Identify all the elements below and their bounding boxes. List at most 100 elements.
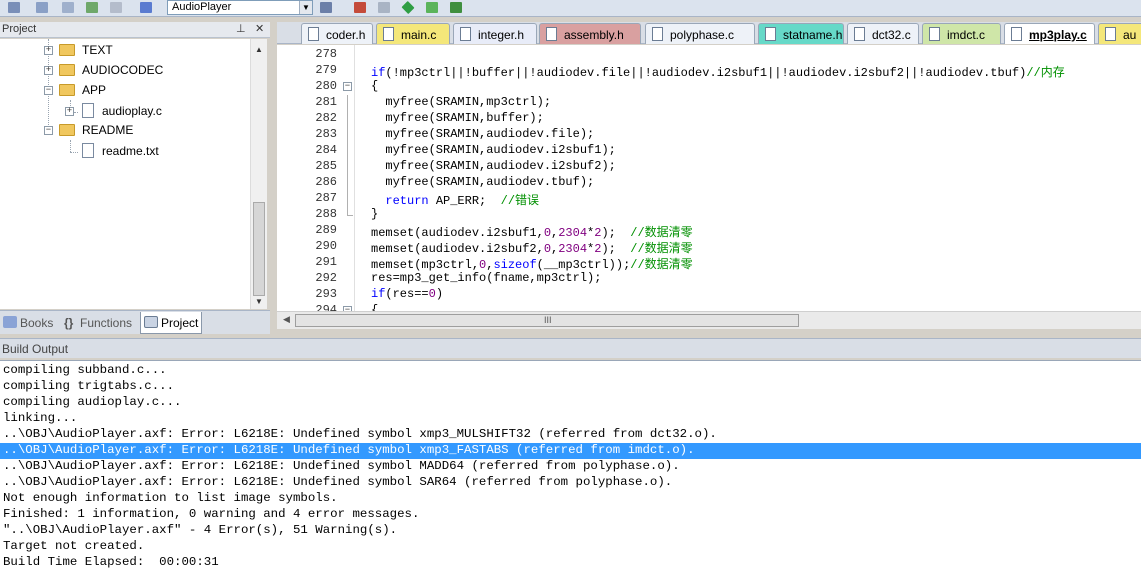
build-output-panel[interactable]: compiling subband.c... compiling trigtabs…	[0, 360, 1141, 581]
save-icon[interactable]	[34, 0, 50, 15]
editor-tab[interactable]: polyphase.c	[645, 23, 755, 44]
build-output-line[interactable]: ..\OBJ\AudioPlayer.axf: Error: L6218E: U…	[0, 459, 1141, 475]
line-number: 281	[315, 95, 337, 109]
build-output-line[interactable]: compiling audioplay.c...	[0, 395, 1141, 411]
build-output-text: Not enough information to list image sym…	[3, 491, 338, 505]
tree-item-readme-txt[interactable]: readme.txt	[0, 143, 250, 161]
chevron-down-icon[interactable]: ▼	[299, 1, 312, 14]
collapse-icon[interactable]: −	[44, 86, 53, 95]
tree-item-label: TEXT	[82, 43, 113, 57]
braces-icon: {}	[64, 316, 74, 330]
editor-tab-bar: coder.h main.c integer.h assembly.h polyphas…	[277, 22, 1141, 44]
editor-tab-label: polyphase.c	[670, 28, 735, 42]
tree-item-readme[interactable]: − README	[0, 122, 250, 140]
layers-icon[interactable]	[60, 0, 76, 15]
editor-tab[interactable]: assembly.h	[539, 23, 641, 44]
code-text: if(!mp3ctrl||!buffer||!audiodev.file||!a…	[371, 66, 1065, 80]
editor-tab[interactable]: coder.h	[301, 23, 373, 44]
load-icon[interactable]	[6, 0, 22, 15]
code-editor[interactable]: 278 279 if(!mp3ctrl||!buffer||!audiodev.fi…	[277, 45, 1141, 311]
code-line: 287 return AP_ERR; //错误	[277, 191, 1141, 208]
pin-icon[interactable]: ⊥	[236, 22, 246, 35]
expand-icon[interactable]: +	[44, 66, 53, 75]
text-file-icon	[82, 143, 94, 158]
scroll-down-icon[interactable]: ▼	[253, 296, 265, 308]
code-text: {	[371, 303, 379, 311]
fold-line	[347, 95, 348, 215]
code-text: memset(mp3ctrl,0,sizeof(__mp3ctrl));//数据…	[371, 258, 693, 272]
packs-icon[interactable]	[352, 0, 368, 15]
build-output-text: Build Time Elapsed: 00:00:31	[3, 555, 219, 569]
window-icon[interactable]	[108, 0, 124, 15]
build-output-line[interactable]: ..\OBJ\AudioPlayer.axf: Error: L6218E: U…	[0, 475, 1141, 491]
build-output-line[interactable]: compiling trigtabs.c...	[0, 379, 1141, 395]
line-number: 282	[315, 111, 337, 125]
line-number: 285	[315, 159, 337, 173]
editor-tab[interactable]: main.c	[376, 23, 450, 44]
build-output-line[interactable]: compiling subband.c...	[0, 363, 1141, 379]
components-icon[interactable]	[376, 0, 392, 15]
build-output-line[interactable]: Finished: 1 information, 0 warning and 4…	[0, 507, 1141, 523]
folder-open-icon	[59, 84, 75, 96]
tree-item-label: readme.txt	[102, 144, 159, 158]
diamond-icon[interactable]	[400, 0, 416, 15]
folder-open-icon	[59, 124, 75, 136]
expand-icon[interactable]: +	[65, 107, 74, 116]
tab-label: Project	[161, 316, 199, 330]
tab-books[interactable]: Books	[0, 312, 58, 334]
build-target-icon[interactable]	[138, 0, 154, 15]
scroll-left-icon[interactable]: ◀	[283, 314, 290, 325]
editor-tab[interactable]: statname.h	[758, 23, 844, 44]
editor-tab[interactable]: dct32.c	[847, 23, 919, 44]
tree-item-app[interactable]: − APP	[0, 82, 250, 100]
code-text: return AP_ERR; //错误	[385, 194, 540, 208]
build-output-line[interactable]: ..\OBJ\AudioPlayer.axf: Error: L6218E: U…	[0, 443, 1141, 459]
line-number: 291	[315, 255, 337, 269]
build-output-line[interactable]: Not enough information to list image sym…	[0, 491, 1141, 507]
build-output-line[interactable]: "..\OBJ\AudioPlayer.axf" - 4 Error(s), 5…	[0, 523, 1141, 539]
tab-project[interactable]: Project	[140, 312, 202, 334]
tab-functions[interactable]: {} Functions	[60, 312, 138, 334]
build-output-line[interactable]: Target not created.	[0, 539, 1141, 555]
tree-item-label: APP	[82, 83, 107, 97]
folder-icon	[59, 64, 75, 76]
code-text: memset(audiodev.i2sbuf1,0,2304*2); //数据清…	[371, 226, 693, 240]
file-icon	[854, 27, 865, 41]
editor-horizontal-scrollbar[interactable]: ◀ III	[277, 311, 1141, 329]
wrench-icon[interactable]	[424, 0, 440, 15]
line-number: 279	[315, 63, 337, 77]
file-icon	[383, 27, 394, 41]
build-output-line[interactable]: Build Time Elapsed: 00:00:31	[0, 555, 1141, 571]
tree-item-audioplay-c[interactable]: + audioplay.c	[0, 103, 250, 121]
scrollbar-thumb[interactable]: III	[295, 314, 799, 327]
expand-icon[interactable]: +	[44, 46, 53, 55]
file-icon	[1011, 27, 1022, 41]
books-icon[interactable]	[84, 0, 100, 15]
tree-item-audiocodec[interactable]: + AUDIOCODEC	[0, 62, 250, 80]
manage-icon[interactable]	[448, 0, 464, 15]
editor-tab[interactable]: integer.h	[453, 23, 537, 44]
build-output-text: compiling subband.c...	[3, 363, 167, 377]
uvision-ide-window: AudioPlayer ▼ Project ⊥ ✕ + TEXT + AUDIO…	[0, 0, 1141, 581]
fold-collapse-icon[interactable]: −	[343, 82, 352, 91]
editor-tab[interactable]: au	[1098, 23, 1141, 44]
editor-tab-label: assembly.h	[564, 28, 624, 42]
project-tree-scrollbar[interactable]: ▲ ▼	[250, 39, 267, 309]
editor-tab[interactable]: mp3play.c	[1004, 23, 1095, 44]
build-output-title: Build Output	[2, 342, 69, 356]
line-number: 280	[315, 79, 337, 93]
fold-end	[347, 215, 353, 216]
build-output-line[interactable]: ..\OBJ\AudioPlayer.axf: Error: L6218E: U…	[0, 427, 1141, 443]
build-output-text: compiling trigtabs.c...	[3, 379, 175, 393]
scrollbar-thumb[interactable]	[253, 202, 265, 296]
target-select[interactable]: AudioPlayer ▼	[167, 0, 313, 15]
scroll-up-icon[interactable]: ▲	[253, 44, 265, 56]
target-select-value: AudioPlayer	[172, 1, 232, 13]
close-icon[interactable]: ✕	[255, 22, 264, 35]
file-icon	[929, 27, 940, 41]
tree-item-text[interactable]: + TEXT	[0, 42, 250, 60]
editor-tab[interactable]: imdct.c	[922, 23, 1001, 44]
target-options-icon[interactable]	[318, 0, 334, 15]
collapse-icon[interactable]: −	[44, 126, 53, 135]
build-output-line[interactable]: linking...	[0, 411, 1141, 427]
